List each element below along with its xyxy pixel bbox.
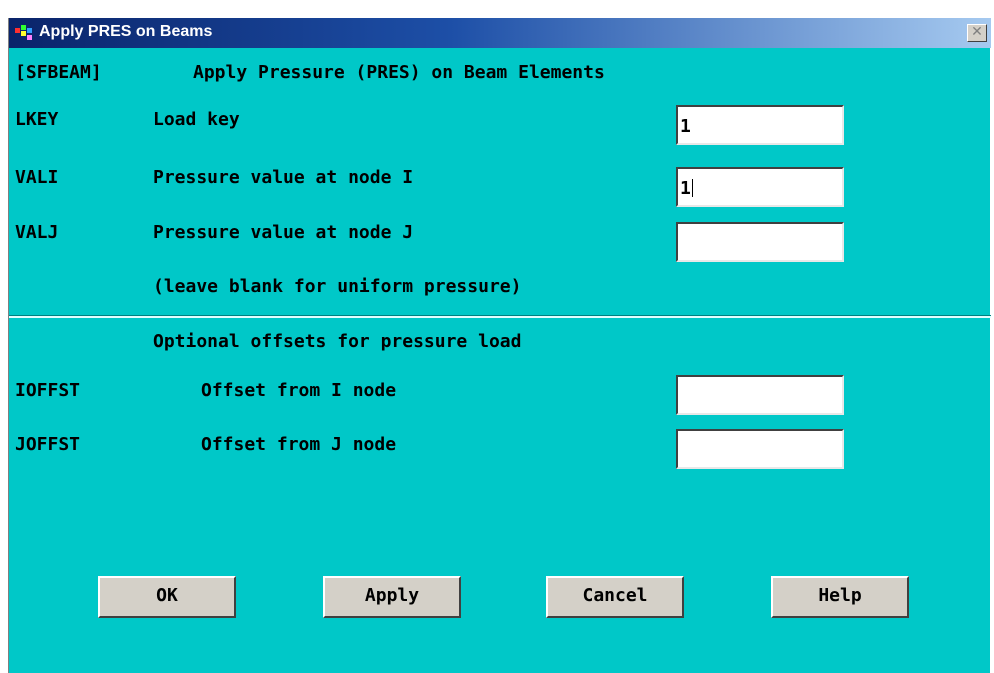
app-icon: [15, 25, 33, 41]
uniform-pressure-note: (leave blank for uniform pressure): [153, 276, 522, 297]
close-icon[interactable]: ✕: [967, 24, 987, 42]
command-name: [SFBEAM]: [15, 62, 102, 83]
title-bar[interactable]: Apply PRES on Beams ✕: [9, 18, 991, 48]
section-divider: [9, 315, 991, 318]
valj-input[interactable]: [676, 222, 844, 262]
joffst-label: Offset from J node: [201, 434, 397, 455]
lkey-label: Load key: [153, 109, 240, 130]
vali-key: VALI: [15, 167, 59, 188]
lkey-input[interactable]: 1: [676, 105, 844, 145]
joffst-key: JOFFST: [15, 434, 81, 455]
lkey-key: LKEY: [15, 109, 59, 130]
ioffst-key: IOFFST: [15, 380, 81, 401]
joffst-input[interactable]: [676, 429, 844, 469]
ioffst-label: Offset from I node: [201, 380, 397, 401]
window-title: Apply PRES on Beams: [39, 23, 213, 40]
valj-label: Pressure value at node J: [153, 222, 414, 243]
command-description: Apply Pressure (PRES) on Beam Elements: [193, 62, 605, 83]
offsets-heading: Optional offsets for pressure load: [153, 331, 522, 352]
ioffst-input[interactable]: [676, 375, 844, 415]
vali-label: Pressure value at node I: [153, 167, 414, 188]
valj-key: VALJ: [15, 222, 59, 243]
vali-input[interactable]: 1: [676, 167, 844, 207]
dialog-window: Apply PRES on Beams ✕ [SFBEAM] Apply Pre…: [8, 18, 991, 673]
cancel-button[interactable]: Cancel: [546, 576, 684, 618]
ok-button[interactable]: OK: [98, 576, 236, 618]
apply-button[interactable]: Apply: [323, 576, 461, 618]
text-cursor: [691, 179, 693, 197]
help-button[interactable]: Help: [771, 576, 909, 618]
